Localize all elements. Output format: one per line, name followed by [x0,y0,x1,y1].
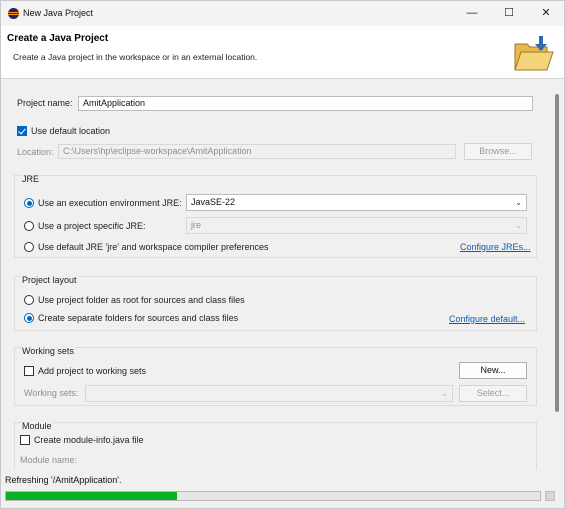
project-specific-jre-select[interactable]: jre ⌄ [186,217,527,234]
add-to-working-sets-label: Add project to working sets [38,366,147,376]
use-default-location-label: Use default location [31,126,111,136]
chevron-down-icon: ⌄ [515,221,522,230]
configure-default-link[interactable]: Configure default... [449,314,525,324]
eclipse-icon [8,8,19,19]
title-bar[interactable]: New Java Project — ☐ ✕ [1,1,564,26]
project-specific-jre-label: Use a project specific JRE: [38,221,146,231]
working-sets-title: Working sets [21,346,75,356]
project-specific-jre-value: jre [191,220,202,230]
minimize-button[interactable]: — [457,4,487,23]
status-bar: Refreshing '/AmitApplication'. [1,470,564,508]
location-input[interactable]: C:\Users\hp\eclipse-workspace\AmitApplic… [58,144,456,159]
chevron-down-icon: ⌄ [441,389,448,398]
separate-folders-label: Create separate folders for sources and … [38,313,239,323]
project-layout-title: Project layout [21,275,78,285]
configure-jres-link[interactable]: Configure JREs... [460,242,531,252]
close-button[interactable]: ✕ [531,4,561,23]
new-java-project-dialog: New Java Project — ☐ ✕ Create a Java Pro… [0,0,565,509]
project-folder-root-radio[interactable] [24,295,34,305]
execution-environment-radio[interactable] [24,198,34,208]
module-group: Module Create module-info.java file Modu… [14,421,537,470]
project-layout-group: Project layout Use project folder as roo… [14,275,537,331]
project-folder-root-label: Use project folder as root for sources a… [38,295,245,305]
maximize-button[interactable]: ☐ [494,4,524,23]
jre-group: JRE Use an execution environment JRE: Ja… [14,174,537,258]
module-name-label: Module name: [20,455,78,465]
project-specific-jre-radio[interactable] [24,221,34,231]
separate-folders-radio[interactable] [24,313,34,323]
wizard-title: Create a Java Project [7,33,109,44]
execution-environment-select[interactable]: JavaSE-22 ⌄ [186,194,527,211]
create-module-info-checkbox[interactable] [20,435,30,445]
working-sets-group: Working sets Add project to working sets… [14,346,537,406]
wizard-content: Project name: AmitApplication Use defaul… [1,80,552,470]
working-sets-label: Working sets: [24,388,79,398]
chevron-down-icon: ⌄ [515,198,522,207]
select-working-set-button[interactable]: Select... [459,385,527,402]
scrollbar-thumb[interactable] [555,94,559,412]
stop-icon[interactable] [545,491,555,501]
content-scrollbar[interactable] [552,80,563,470]
status-text: Refreshing '/AmitApplication'. [5,475,122,485]
working-sets-select[interactable]: ⌄ [85,385,453,402]
use-default-location-checkbox[interactable] [17,126,27,136]
add-to-working-sets-checkbox[interactable] [24,366,34,376]
wizard-description: Create a Java project in the workspace o… [13,52,258,62]
execution-environment-label: Use an execution environment JRE: [38,198,182,208]
project-name-input[interactable]: AmitApplication [78,96,533,111]
progress-fill [6,492,177,500]
module-title: Module [21,421,53,431]
progress-bar [5,491,541,501]
browse-button[interactable]: Browse... [464,143,532,160]
new-working-set-button[interactable]: New... [459,362,527,379]
create-module-info-label: Create module-info.java file [34,435,144,445]
jre-group-title: JRE [21,174,41,184]
location-label: Location: [17,147,54,157]
new-java-project-folder-icon [514,36,554,71]
default-jre-label: Use default JRE 'jre' and workspace comp… [38,242,269,252]
default-jre-radio[interactable] [24,242,34,252]
project-name-label: Project name: [17,98,73,108]
wizard-header: Create a Java Project Create a Java proj… [1,26,564,79]
window-title: New Java Project [23,8,94,18]
execution-environment-value: JavaSE-22 [191,197,236,207]
